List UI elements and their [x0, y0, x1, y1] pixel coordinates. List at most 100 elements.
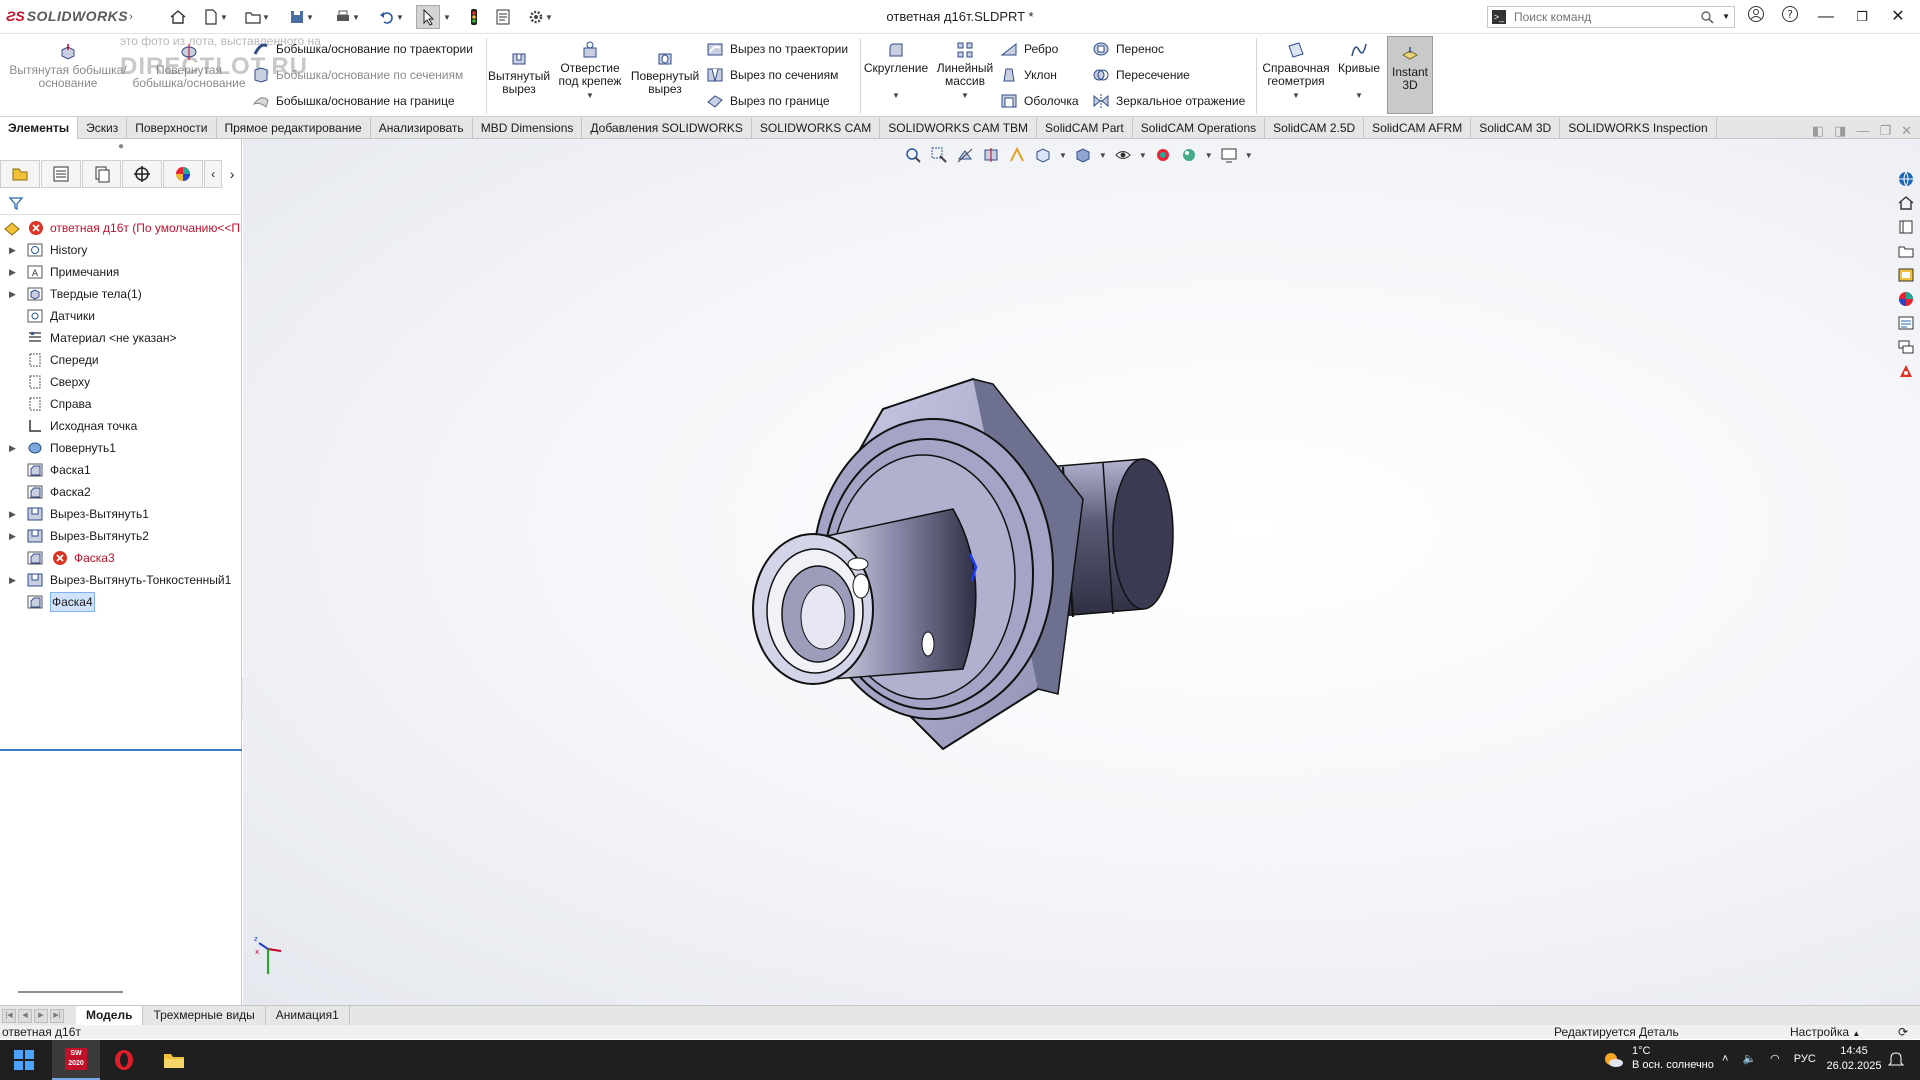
tab-9[interactable]: SolidCAM Part: [1037, 117, 1133, 139]
tab-prev-icon[interactable]: ◀: [18, 1008, 32, 1023]
tree-item-right-plane[interactable]: Справа: [0, 393, 242, 415]
open-folder-icon[interactable]: ▼: [240, 7, 274, 27]
taskbar-opera-icon[interactable]: [100, 1040, 148, 1080]
close-window-icon[interactable]: ✕: [1884, 5, 1912, 29]
tree-item-front-plane[interactable]: Спереди: [0, 349, 242, 371]
model-tab-0[interactable]: Модель: [76, 1006, 144, 1025]
solidworks-resources-icon[interactable]: [1895, 169, 1917, 189]
expand-arrow-icon[interactable]: ▶: [9, 239, 16, 261]
tree-root-part[interactable]: ответная д16т (По умолчанию<<П: [0, 217, 242, 239]
custom-properties-icon[interactable]: [1895, 313, 1917, 333]
undo-icon[interactable]: ▼: [374, 7, 408, 27]
tree-item-origin[interactable]: Исходная точка: [0, 415, 242, 437]
search-input[interactable]: [1512, 9, 1702, 25]
property-manager-tab-icon[interactable]: [40, 160, 81, 188]
tab-0[interactable]: Элементы: [0, 117, 79, 139]
panel-handle[interactable]: ●: [0, 139, 242, 160]
revolve-cut-button[interactable]: Повернутый вырез: [630, 48, 700, 96]
zoom-to-area-icon[interactable]: [929, 145, 949, 165]
windows-start-icon[interactable]: [0, 1040, 48, 1080]
tree-item-sensors[interactable]: Датчики: [0, 305, 242, 327]
tree-item-history[interactable]: ▶ History: [0, 239, 242, 261]
tree-item-chamfer4[interactable]: Фаска4: [0, 591, 242, 613]
tree-item-material[interactable]: Материал <не указан>: [0, 327, 242, 349]
show-hidden-icons-chevron-icon[interactable]: ˄: [1722, 1053, 1728, 1065]
wrap-button[interactable]: Перенос: [1092, 38, 1164, 60]
tree-item-top-plane[interactable]: Сверху: [0, 371, 242, 393]
zoom-to-fit-icon[interactable]: [903, 145, 923, 165]
expand-arrow-icon[interactable]: ▶: [9, 283, 16, 305]
tab-7[interactable]: SOLIDWORKS CAM: [752, 117, 881, 139]
filter-icon[interactable]: [8, 195, 24, 211]
select-pointer-icon[interactable]: [416, 5, 440, 29]
tab-12[interactable]: SolidCAM AFRM: [1364, 117, 1472, 139]
tree-item-annotations[interactable]: ▶ A Примечания: [0, 261, 242, 283]
rebuild-status-icon[interactable]: ⟳: [1898, 1025, 1908, 1039]
task-pane-home-icon[interactable]: [1895, 193, 1917, 213]
notifications-bell-icon[interactable]: [1887, 1050, 1905, 1071]
section-view-icon[interactable]: [981, 145, 1001, 165]
search-dropdown-icon[interactable]: ▼: [1722, 12, 1730, 21]
tree-filter[interactable]: [0, 191, 242, 215]
solidworks-logo[interactable]: ƧS SOLIDWORKS: [6, 8, 128, 24]
loft-cut-button[interactable]: Вырез по сечениям: [706, 64, 838, 86]
tab-10[interactable]: SolidCAM Operations: [1133, 117, 1266, 139]
select-dropdown-icon[interactable]: ▼: [442, 7, 452, 27]
reference-geometry-button[interactable]: Справочная геометрия ▼: [1260, 40, 1332, 102]
forum-icon[interactable]: [1895, 337, 1917, 357]
tab-4[interactable]: Анализировать: [371, 117, 473, 139]
mirror-button[interactable]: Зеркальное отражение: [1092, 90, 1245, 112]
extrude-boss-button[interactable]: Вытянутая бобышка/основание: [6, 42, 130, 90]
view-orientation-icon[interactable]: [1033, 145, 1053, 165]
boundary-cut-button[interactable]: Вырез по границе: [706, 90, 830, 112]
command-search[interactable]: >_ ▼: [1487, 6, 1735, 28]
graphics-area[interactable]: ▼ ▼ ▼ ▼ ▼ z x: [243, 139, 1920, 1005]
tab-5[interactable]: MBD Dimensions: [473, 117, 583, 139]
expand-arrow-icon[interactable]: ▶: [9, 569, 16, 591]
display-style-dropdown-icon[interactable]: ▼: [1099, 151, 1107, 160]
taskbar-solidworks-icon[interactable]: SW 2020: [52, 1040, 100, 1080]
rebuild-traffic-light-icon[interactable]: [464, 7, 484, 27]
doc-restore-icon[interactable]: ❐: [1879, 123, 1891, 139]
restore-window-icon[interactable]: ❐: [1848, 5, 1876, 29]
hide-show-dropdown-icon[interactable]: ▼: [1139, 151, 1147, 160]
tab-6[interactable]: Добавления SOLIDWORKS: [582, 117, 752, 139]
loft-boss-button[interactable]: Бобышка/основание по сечениям: [252, 64, 463, 86]
tile-right-icon[interactable]: ◨: [1834, 123, 1846, 139]
doc-close-icon[interactable]: ✕: [1901, 123, 1912, 139]
user-account-icon[interactable]: [1742, 5, 1770, 29]
appearances-scenes-icon[interactable]: [1895, 289, 1917, 309]
tab-13[interactable]: SolidCAM 3D: [1471, 117, 1561, 139]
minimize-window-icon[interactable]: —: [1812, 5, 1840, 29]
expand-arrow-icon[interactable]: ▶: [9, 437, 16, 459]
dynamic-annotation-icon[interactable]: [1007, 145, 1027, 165]
apply-scene-dropdown-icon[interactable]: ▼: [1205, 151, 1213, 160]
tab-last-icon[interactable]: ▶|: [50, 1008, 64, 1023]
save-icon[interactable]: ▼: [284, 7, 318, 27]
view-orientation-dropdown-icon[interactable]: ▼: [1059, 151, 1067, 160]
home-icon[interactable]: [166, 7, 190, 27]
design-library-icon[interactable]: [1895, 217, 1917, 237]
shell-button[interactable]: Оболочка: [1000, 90, 1079, 112]
volume-icon[interactable]: 🔈: [1742, 1052, 1756, 1065]
input-language[interactable]: РУС: [1794, 1053, 1816, 1065]
file-explorer-icon[interactable]: [1895, 241, 1917, 261]
intersect-button[interactable]: Пересечение: [1092, 64, 1190, 86]
print-icon[interactable]: ▼: [330, 7, 364, 27]
status-units-menu[interactable]: Настройка ▲: [1790, 1025, 1860, 1041]
revolve-boss-button[interactable]: Повернутая бобышка/основание: [130, 42, 248, 90]
tab-11[interactable]: SolidCAM 2.5D: [1265, 117, 1365, 139]
boundary-boss-button[interactable]: Бобышка/основание на границе: [252, 90, 455, 112]
tree-item-chamfer3[interactable]: Фаска3: [0, 547, 242, 569]
taskbar-file-explorer-icon[interactable]: [150, 1040, 198, 1080]
model-tab-1[interactable]: Трехмерные виды: [143, 1006, 266, 1025]
display-style-icon[interactable]: [1073, 145, 1093, 165]
tile-left-icon[interactable]: ◧: [1812, 123, 1824, 139]
tab-first-icon[interactable]: |◀: [2, 1008, 16, 1023]
system-clock[interactable]: 14:45 26.02.2025: [1826, 1044, 1882, 1074]
search-icon[interactable]: [1700, 10, 1714, 24]
help-icon[interactable]: ?: [1776, 5, 1804, 29]
hole-wizard-button[interactable]: Отверстие под крепеж ▼: [554, 40, 626, 102]
tab-1[interactable]: Эскиз: [78, 117, 128, 139]
linear-pattern-button[interactable]: Линейный массив ▼: [932, 40, 998, 102]
